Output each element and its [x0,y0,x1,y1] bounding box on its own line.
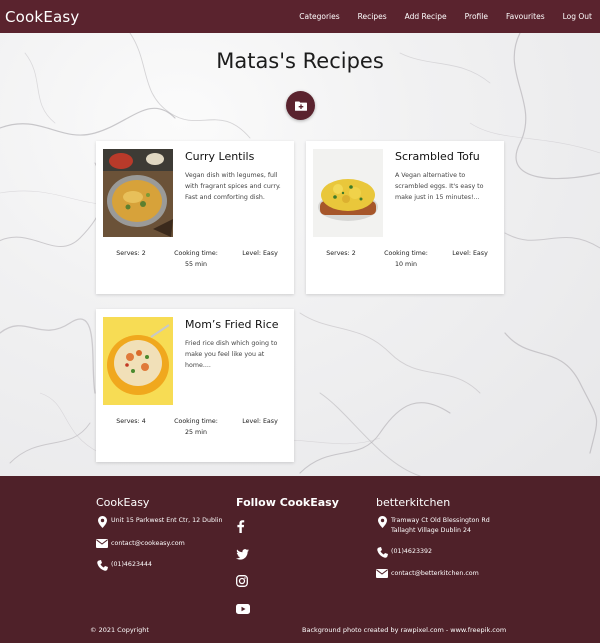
cooking-time-label: Cooking time: [384,250,428,257]
footer: CookEasy Unit 15 Parkwest Ent Ctr, 12 Du… [0,476,600,643]
footer-heading: Follow CookEasy [236,496,339,509]
recipe-title[interactable]: Curry Lentils [185,150,254,163]
folder-plus-icon [294,101,307,111]
map-marker-icon [376,516,388,528]
recipe-serves: Serves: 4 [116,418,146,425]
recipe-level: Level: Easy [452,250,488,257]
recipe-level: Level: Easy [242,250,278,257]
recipe-level: Level: Easy [242,418,278,425]
footer-col-cookeasy: CookEasy Unit 15 Parkwest Ent Ctr, 12 Du… [96,496,222,571]
cooking-time-label: Cooking time: [174,418,218,425]
email-link[interactable]: contact@betterkitchen.com [391,569,479,579]
page-title: Matas's Recipes [216,49,384,73]
nav-link-log-out[interactable]: Log Out [563,12,592,21]
recipe-title[interactable]: Mom’s Fried Rice [185,318,279,331]
recipe-card[interactable]: Curry Lentils Vegan dish with legumes, f… [96,141,294,294]
email-link[interactable]: contact@cookeasy.com [111,539,185,549]
nav-link-favourites[interactable]: Favourites [506,12,545,21]
cooking-time-value: 55 min [185,260,207,268]
cooking-time-label: Cooking time: [174,250,218,257]
phone-text: (01)4623444 [111,561,152,568]
recipe-serves: Serves: 2 [116,250,146,257]
recipe-cooking-time: Cooking time: 25 min [168,417,224,438]
recipe-title[interactable]: Scrambled Tofu [395,150,480,163]
instagram-icon[interactable] [236,572,339,591]
phone-icon [376,547,388,558]
recipe-description: A Vegan alternative to scrambled eggs. I… [395,172,484,201]
recipe-card[interactable]: Mom’s Fried Rice Fried rice dish which g… [96,309,294,462]
nav-link-recipes[interactable]: Recipes [358,12,387,21]
nav-link-profile[interactable]: Profile [465,12,488,21]
recipe-serves: Serves: 2 [326,250,356,257]
facebook-icon[interactable] [236,518,339,537]
nav-link-categories[interactable]: Categories [299,12,339,21]
footer-email: contact@cookeasy.com [96,539,222,549]
recipe-image-scrambled-tofu[interactable] [313,149,383,237]
recipe-image-moms-fried-rice[interactable] [103,317,173,405]
footer-address: Unit 15 Parkwest Ent Ctr, 12 Dublin [96,516,222,528]
recipe-description: Fried rice dish which going to make you … [185,340,278,369]
address-text: Unit 15 Parkwest Ent Ctr, 12 Dublin [111,517,223,524]
cooking-time-value: 25 min [185,428,207,436]
address-text: Tramway Ct Old Blessington Rd Tallaght V… [391,516,490,536]
add-recipe-button[interactable] [286,91,315,120]
recipe-cooking-time: Cooking time: 55 min [168,249,224,270]
footer-heading: CookEasy [96,496,150,509]
recipe-card[interactable]: Scrambled Tofu A Vegan alternative to sc… [306,141,504,294]
envelope-icon [376,569,388,578]
footer-col-betterkitchen: betterkitchen Tramway Ct Old Blessington… [376,496,490,579]
youtube-icon[interactable] [236,599,339,618]
recipes-section: Matas's Recipes Curry Lentils Vegan dish… [0,33,600,476]
navbar: CookEasy Categories Recipes Add Recipe P… [0,0,600,33]
footer-phone: (01)4623392 [376,547,490,558]
footer-phone: (01)4623444 [96,560,222,571]
nav-links: Categories Recipes Add Recipe Profile Fa… [281,0,592,33]
twitter-icon[interactable] [236,545,339,564]
footer-col-follow: Follow CookEasy [236,496,339,618]
footer-email: contact@betterkitchen.com [376,569,490,579]
nav-link-add-recipe[interactable]: Add Recipe [405,12,447,21]
recipe-cooking-time: Cooking time: 10 min [378,249,434,270]
footer-address: Tramway Ct Old Blessington Rd Tallaght V… [376,516,490,536]
copyright-text: © 2021 Copyright [90,626,149,634]
footer-heading: betterkitchen [376,496,451,509]
cooking-time-value: 10 min [395,260,417,268]
recipe-description: Vegan dish with legumes, full with fragr… [185,172,281,201]
phone-text: (01)4623392 [391,548,432,555]
envelope-icon [96,539,108,548]
brand-logo[interactable]: CookEasy [5,8,79,26]
address-line-1: Tramway Ct Old Blessington Rd [391,517,490,524]
address-line-2: Tallaght Village Dublin 24 [391,527,471,534]
recipe-image-curry-lentils[interactable] [103,149,173,237]
phone-icon [96,560,108,571]
map-marker-icon [96,516,108,528]
photo-credit[interactable]: Background photo created by rawpixel.com… [302,626,506,634]
